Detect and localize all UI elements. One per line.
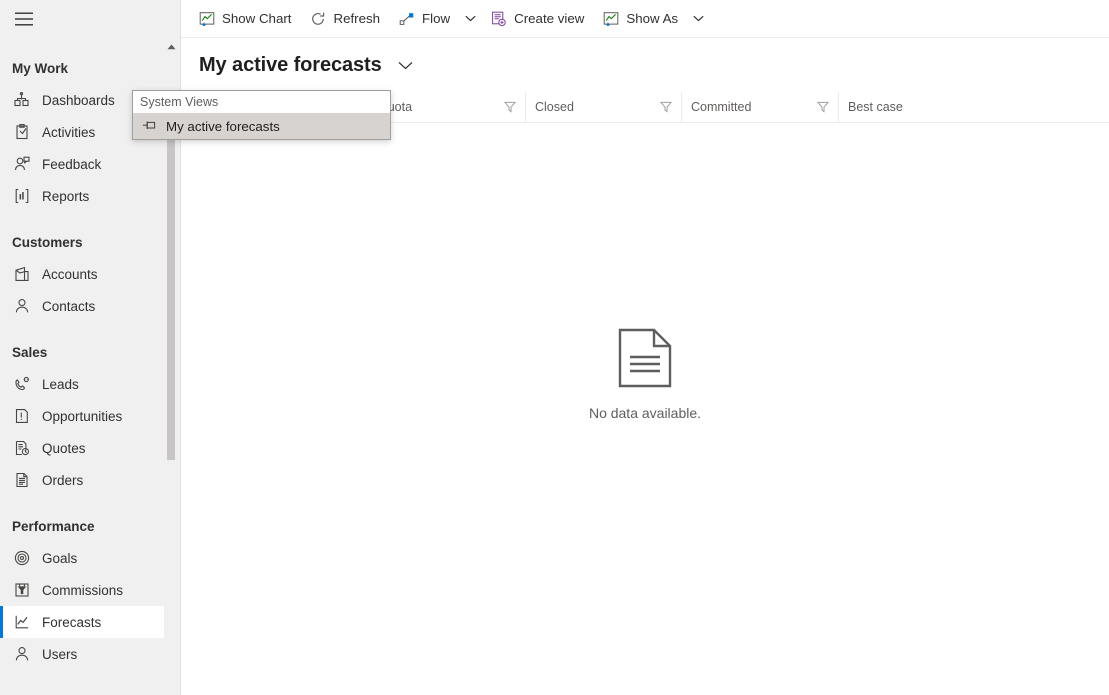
sidebar-item-users[interactable]: Users (0, 638, 164, 670)
command-label: Refresh (333, 11, 381, 26)
accounts-building-icon (12, 264, 32, 284)
flyout-item-my-active-forecasts[interactable]: My active forecasts (133, 113, 390, 139)
sidebar-item-opportunities[interactable]: Opportunities (0, 400, 164, 432)
column-header-label: Committed (691, 100, 752, 114)
flyout-section-header: System Views (133, 91, 390, 113)
sidebar-item-label: Dashboards (42, 92, 115, 108)
filter-funnel-icon[interactable] (660, 92, 672, 123)
reports-chart-icon (12, 186, 32, 206)
users-person-icon (12, 644, 32, 664)
sidebar-item-label: Commissions (42, 582, 124, 598)
filter-funnel-icon[interactable] (504, 92, 516, 123)
sidebar-item-label: Users (42, 646, 78, 662)
sidebar-item-forecasts[interactable]: Forecasts (0, 606, 164, 638)
column-header-best-case[interactable]: Best case (838, 91, 998, 123)
show-chart-button[interactable]: Show Chart (189, 0, 300, 38)
no-data-document-icon (617, 327, 673, 389)
activities-clipboard-icon (12, 122, 32, 142)
sidebar-item-label: Opportunities (42, 408, 123, 424)
sidebar-item-label: Forecasts (42, 614, 102, 630)
sidebar-item-quotes[interactable]: Quotes (0, 432, 164, 464)
goals-target-icon (12, 548, 32, 568)
refresh-button[interactable]: Refresh (300, 0, 389, 38)
show-as-button[interactable]: Show As (593, 0, 687, 38)
show-as-chevron-down-icon[interactable] (687, 0, 709, 38)
sidebar-item-label: Reports (42, 188, 90, 204)
sidebar-item-label: Accounts (42, 266, 98, 282)
orders-document-icon (12, 470, 32, 490)
command-bar: Show Chart Refresh Flow Create view Show… (181, 0, 1109, 38)
command-label: Show Chart (222, 11, 292, 26)
command-label: Flow (422, 11, 451, 26)
view-header: My active forecasts (181, 38, 1109, 92)
flyout-item-label: My active forecasts (166, 118, 280, 134)
sidebar-item-label: Feedback (42, 156, 102, 172)
sidebar-item-leads[interactable]: Leads (0, 368, 164, 400)
feedback-person-icon (12, 154, 32, 174)
sidebar-item-feedback[interactable]: Feedback (0, 148, 164, 180)
create-view-button[interactable]: Create view (481, 0, 593, 38)
flow-button[interactable]: Flow (389, 0, 459, 38)
commissions-icon (12, 580, 32, 600)
sidebar-item-orders[interactable]: Orders (0, 464, 164, 496)
sidebar-item-accounts[interactable]: Accounts (0, 258, 164, 290)
filter-funnel-icon[interactable] (817, 92, 829, 123)
sidebar-item-label: Leads (42, 376, 79, 392)
sidebar-item-label: Quotes (42, 440, 86, 456)
column-header-quota[interactable]: Quota (368, 91, 525, 123)
column-header-label: Best case (848, 100, 903, 114)
hamburger-menu-icon[interactable] (0, 0, 48, 38)
sidebar-group-my-work: My Work (12, 60, 69, 76)
forecasts-linechart-icon (12, 612, 32, 632)
command-label: Show As (626, 11, 679, 26)
leads-phone-icon (12, 374, 32, 394)
show-chart-icon (198, 10, 215, 27)
column-header-committed[interactable]: Committed (681, 91, 838, 123)
sidebar-group-performance: Performance (12, 518, 95, 534)
command-label: Create view (514, 11, 585, 26)
sidebar-item-contacts[interactable]: Contacts (0, 290, 164, 322)
view-selector-chevron-down-icon[interactable] (396, 50, 416, 80)
sidebar-group-customers: Customers (12, 234, 83, 250)
column-header-label: Closed (535, 100, 574, 114)
grid-body: No data available. (181, 123, 1109, 695)
refresh-icon (309, 10, 326, 27)
sidebar-item-commissions[interactable]: Commissions (0, 574, 164, 606)
opportunities-icon (12, 406, 32, 426)
flow-chevron-down-icon[interactable] (459, 0, 481, 38)
sidebar-scrollbar-thumb[interactable] (167, 140, 175, 460)
sidebar-item-label: Orders (42, 472, 84, 488)
quotes-document-clock-icon (12, 438, 32, 458)
sidebar-group-sales: Sales (12, 344, 48, 360)
sidebar-item-label: Activities (42, 124, 96, 140)
sidebar-item-label: Contacts (42, 298, 96, 314)
empty-state: No data available. (181, 123, 1109, 695)
sidebar-item-goals[interactable]: Goals (0, 542, 164, 574)
column-header-closed[interactable]: Closed (525, 91, 681, 123)
dashboards-icon (12, 90, 32, 110)
contacts-person-icon (12, 296, 32, 316)
view-selector-flyout: System Views My active forecasts (132, 90, 391, 140)
app-root: My Work Dashboards Activities Feedback R… (0, 0, 1109, 695)
flow-icon (398, 10, 415, 27)
pin-icon (140, 117, 158, 135)
sidebar-item-reports[interactable]: Reports (0, 180, 164, 212)
create-view-icon (490, 10, 507, 27)
sidebar-item-label: Goals (42, 550, 78, 566)
page-title: My active forecasts (199, 53, 382, 76)
empty-state-message: No data available. (588, 405, 702, 421)
show-as-icon (602, 10, 619, 27)
